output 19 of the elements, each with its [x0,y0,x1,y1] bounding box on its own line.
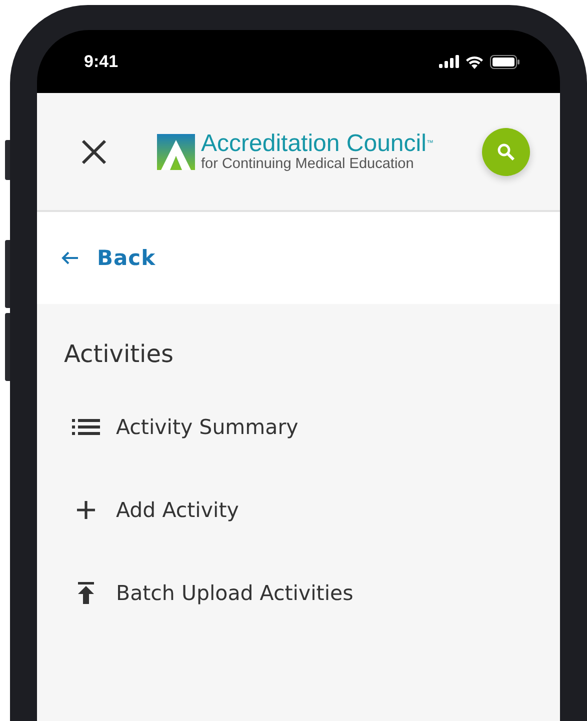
logo-subtitle: for Continuing Medical Education [201,156,415,172]
battery-icon [490,54,520,68]
close-button[interactable] [81,138,107,164]
status-time: 9:41 [84,52,118,72]
menu-item[interactable]: Add Activity [64,491,560,529]
plus-icon [76,500,96,520]
search-icon [497,142,515,160]
back-arrow-icon [61,251,79,265]
close-icon [81,138,107,164]
logo-icon [157,134,195,170]
menu-item[interactable]: Activity Summary [64,408,560,446]
logo-title: Accreditation Council$^{™}$ [201,131,434,156]
upload-icon [77,582,95,604]
section-title: Activities [64,340,174,368]
list-icon [72,418,100,436]
back-link[interactable]: Back [61,246,156,270]
signal-icon [439,55,459,68]
menu-item[interactable]: Batch Upload Activities [64,574,560,612]
wifi-icon [465,54,484,68]
